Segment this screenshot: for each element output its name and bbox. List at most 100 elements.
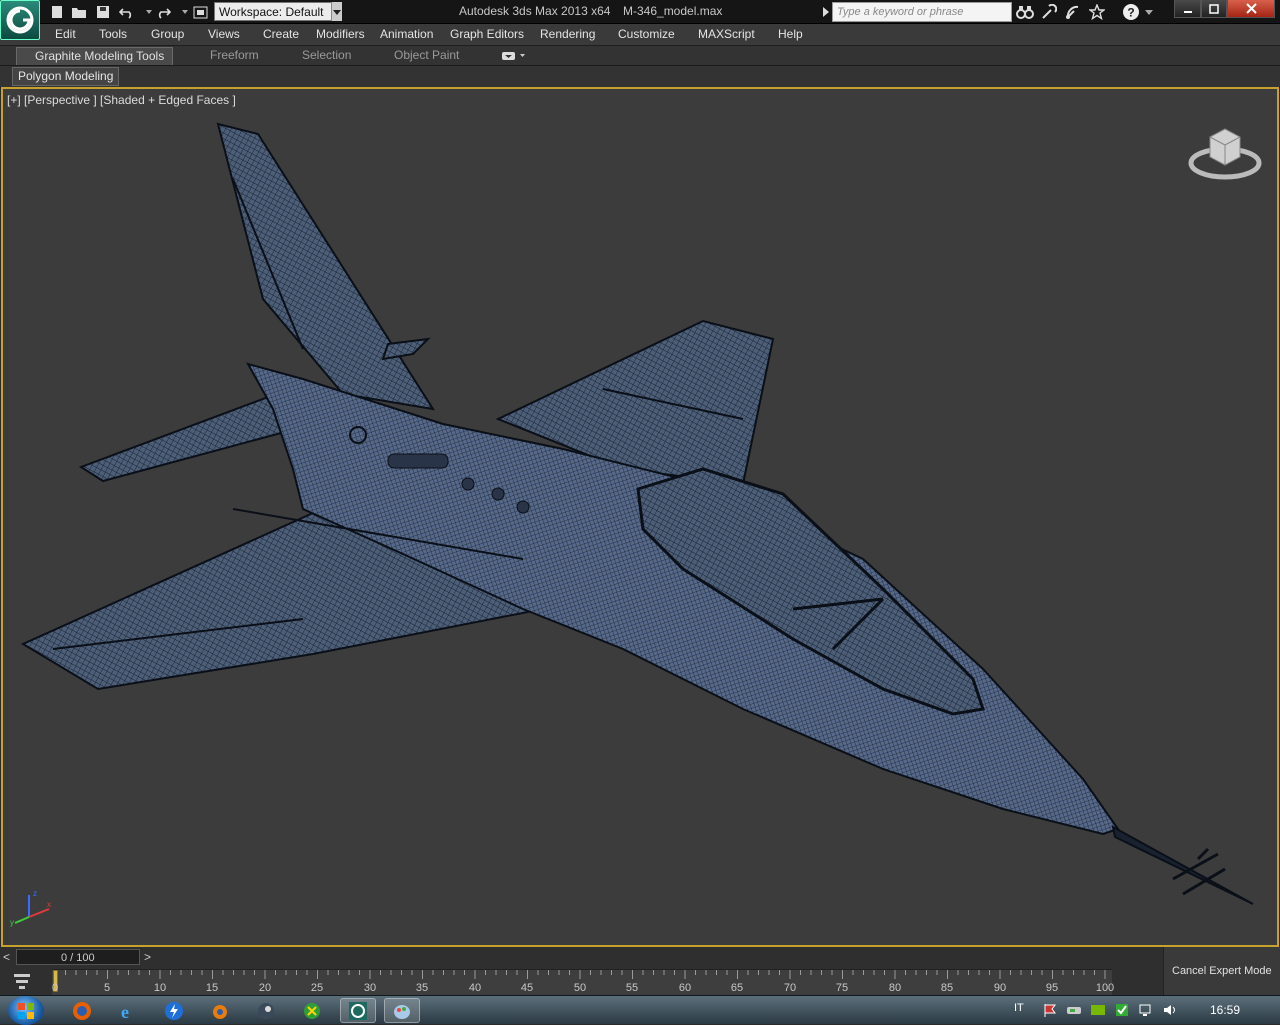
tab-object-paint[interactable]: Object Paint <box>394 48 459 62</box>
tick-label: 70 <box>783 982 797 994</box>
undo-icon[interactable] <box>118 3 136 21</box>
tick-label: 100 <box>1095 982 1115 994</box>
tick-label: 15 <box>205 982 219 994</box>
workspace-dropdown[interactable]: Workspace: Default <box>214 2 342 21</box>
menu-modifiers[interactable]: Modifiers <box>316 27 365 41</box>
svg-text:x: x <box>47 900 51 909</box>
tick-label: 80 <box>888 982 902 994</box>
binoculars-icon[interactable] <box>1016 3 1034 21</box>
time-slider[interactable]: 0 / 100 <box>16 949 140 965</box>
track-bar-filter-icon[interactable] <box>12 971 32 991</box>
3dsmax-icon[interactable] <box>340 998 376 1023</box>
track-bar[interactable]: 0 5 10 15 20 25 30 35 40 45 50 55 60 65 … <box>51 969 1115 995</box>
tab-freeform[interactable]: Freeform <box>210 48 259 62</box>
menu-graph-editors[interactable]: Graph Editors <box>450 27 524 41</box>
menu-create[interactable]: Create <box>263 27 299 41</box>
blender-icon[interactable] <box>202 998 238 1023</box>
tray-device-icon[interactable] <box>1066 1002 1082 1018</box>
xmpp-icon[interactable] <box>294 998 330 1023</box>
app-menu-button[interactable] <box>0 0 40 40</box>
nvidia-icon[interactable] <box>1090 1002 1106 1018</box>
tick-label: 60 <box>678 982 692 994</box>
lightning-app-icon[interactable] <box>156 998 192 1023</box>
tick-label: 10 <box>153 982 167 994</box>
polygon-modeling-panel[interactable]: Polygon Modeling <box>12 67 120 86</box>
project-folder-icon[interactable] <box>192 3 210 21</box>
tick-label: 5 <box>103 982 111 994</box>
tick-label: 40 <box>468 982 482 994</box>
menu-maxscript[interactable]: MAXScript <box>698 27 755 41</box>
tick-label: 50 <box>573 982 587 994</box>
ribbon-options-icon[interactable] <box>502 50 526 62</box>
tick-label: 0 <box>51 982 59 994</box>
time-slider-next-button[interactable]: > <box>144 950 151 964</box>
tab-graphite-modeling-tools[interactable]: Graphite Modeling Tools <box>16 47 174 65</box>
menu-edit[interactable]: Edit <box>55 27 76 41</box>
file-name: M-346_model.max <box>623 4 723 18</box>
tray-app-icon[interactable] <box>1114 1002 1130 1018</box>
tick-label: 90 <box>993 982 1007 994</box>
minimize-button[interactable] <box>1174 0 1201 18</box>
firefox-icon[interactable] <box>64 998 100 1023</box>
redo-icon[interactable] <box>154 3 172 21</box>
save-file-icon[interactable] <box>94 3 112 21</box>
tray-flag-icon[interactable] <box>1042 1002 1058 1018</box>
menu-bar: Edit Tools Group Views Create Modifiers … <box>0 24 1280 46</box>
network-icon[interactable] <box>1138 1002 1154 1018</box>
menu-animation[interactable]: Animation <box>380 27 433 41</box>
search-expand-icon[interactable] <box>821 3 831 21</box>
windows-logo-icon <box>18 1002 34 1019</box>
volume-icon[interactable] <box>1162 1002 1178 1018</box>
chevron-down-icon[interactable] <box>331 2 342 21</box>
perspective-viewport[interactable]: [+] [Perspective ] [Shaded + Edged Faces… <box>1 87 1279 947</box>
tick-label: 30 <box>363 982 377 994</box>
viewcube-icon[interactable] <box>1185 117 1265 187</box>
open-file-icon[interactable] <box>70 3 88 21</box>
time-slider-frame: 0 / 100 <box>61 952 95 964</box>
paint-icon[interactable] <box>384 998 420 1023</box>
track-bar-ticks <box>54 970 1106 979</box>
menu-help[interactable]: Help <box>778 27 803 41</box>
menu-views[interactable]: Views <box>208 27 240 41</box>
language-indicator[interactable]: IT <box>1014 1002 1024 1014</box>
title-bar: Workspace: Default Autodesk 3ds Max 2013… <box>0 0 1280 40</box>
menu-customize[interactable]: Customize <box>618 27 675 41</box>
help-dropdown-icon[interactable] <box>1144 3 1154 21</box>
svg-text:?: ? <box>1127 6 1134 20</box>
aircraft-model[interactable] <box>3 89 1277 945</box>
tick-label: 25 <box>310 982 324 994</box>
windows-taskbar: e IT 16:59 <box>0 995 1280 1025</box>
cancel-expert-mode-button[interactable]: Cancel Expert Mode <box>1163 947 1280 995</box>
menu-tools[interactable]: Tools <box>99 27 127 41</box>
help-icon[interactable]: ? <box>1122 3 1140 21</box>
ribbon-panel: Polygon Modeling <box>0 66 1280 88</box>
time-slider-prev-button[interactable]: < <box>3 950 10 964</box>
tick-label: 65 <box>730 982 744 994</box>
tick-label: 75 <box>835 982 849 994</box>
communication-center-icon[interactable] <box>1064 3 1082 21</box>
app-title: Autodesk 3ds Max 2013 x64 <box>459 4 611 18</box>
close-button[interactable] <box>1227 0 1275 18</box>
favorites-star-icon[interactable] <box>1088 3 1106 21</box>
ribbon-tab-bar: Graphite Modeling Tools Freeform Selecti… <box>0 46 1280 66</box>
new-file-icon[interactable] <box>48 3 66 21</box>
tick-label: 45 <box>520 982 534 994</box>
steam-icon[interactable] <box>248 998 284 1023</box>
ie-icon[interactable]: e <box>110 998 146 1023</box>
svg-text:e: e <box>121 1002 129 1021</box>
tab-selection[interactable]: Selection <box>302 48 351 62</box>
tick-label: 85 <box>940 982 954 994</box>
search-input[interactable]: Type a keyword or phrase <box>832 2 1012 22</box>
timeline-area: < 0 / 100 > 0 5 10 15 20 25 30 35 40 45 … <box>0 947 1280 995</box>
tick-label: 35 <box>415 982 429 994</box>
axis-gizmo-icon: z y x <box>10 889 51 927</box>
clock[interactable]: 16:59 <box>1210 1003 1240 1017</box>
subscription-icon[interactable] <box>1040 3 1058 21</box>
menu-group[interactable]: Group <box>151 27 184 41</box>
tick-label: 55 <box>625 982 639 994</box>
menu-rendering[interactable]: Rendering <box>540 27 595 41</box>
svg-text:y: y <box>10 918 14 927</box>
tick-label: 20 <box>258 982 272 994</box>
maximize-button[interactable] <box>1201 0 1227 18</box>
start-button[interactable] <box>8 996 44 1025</box>
